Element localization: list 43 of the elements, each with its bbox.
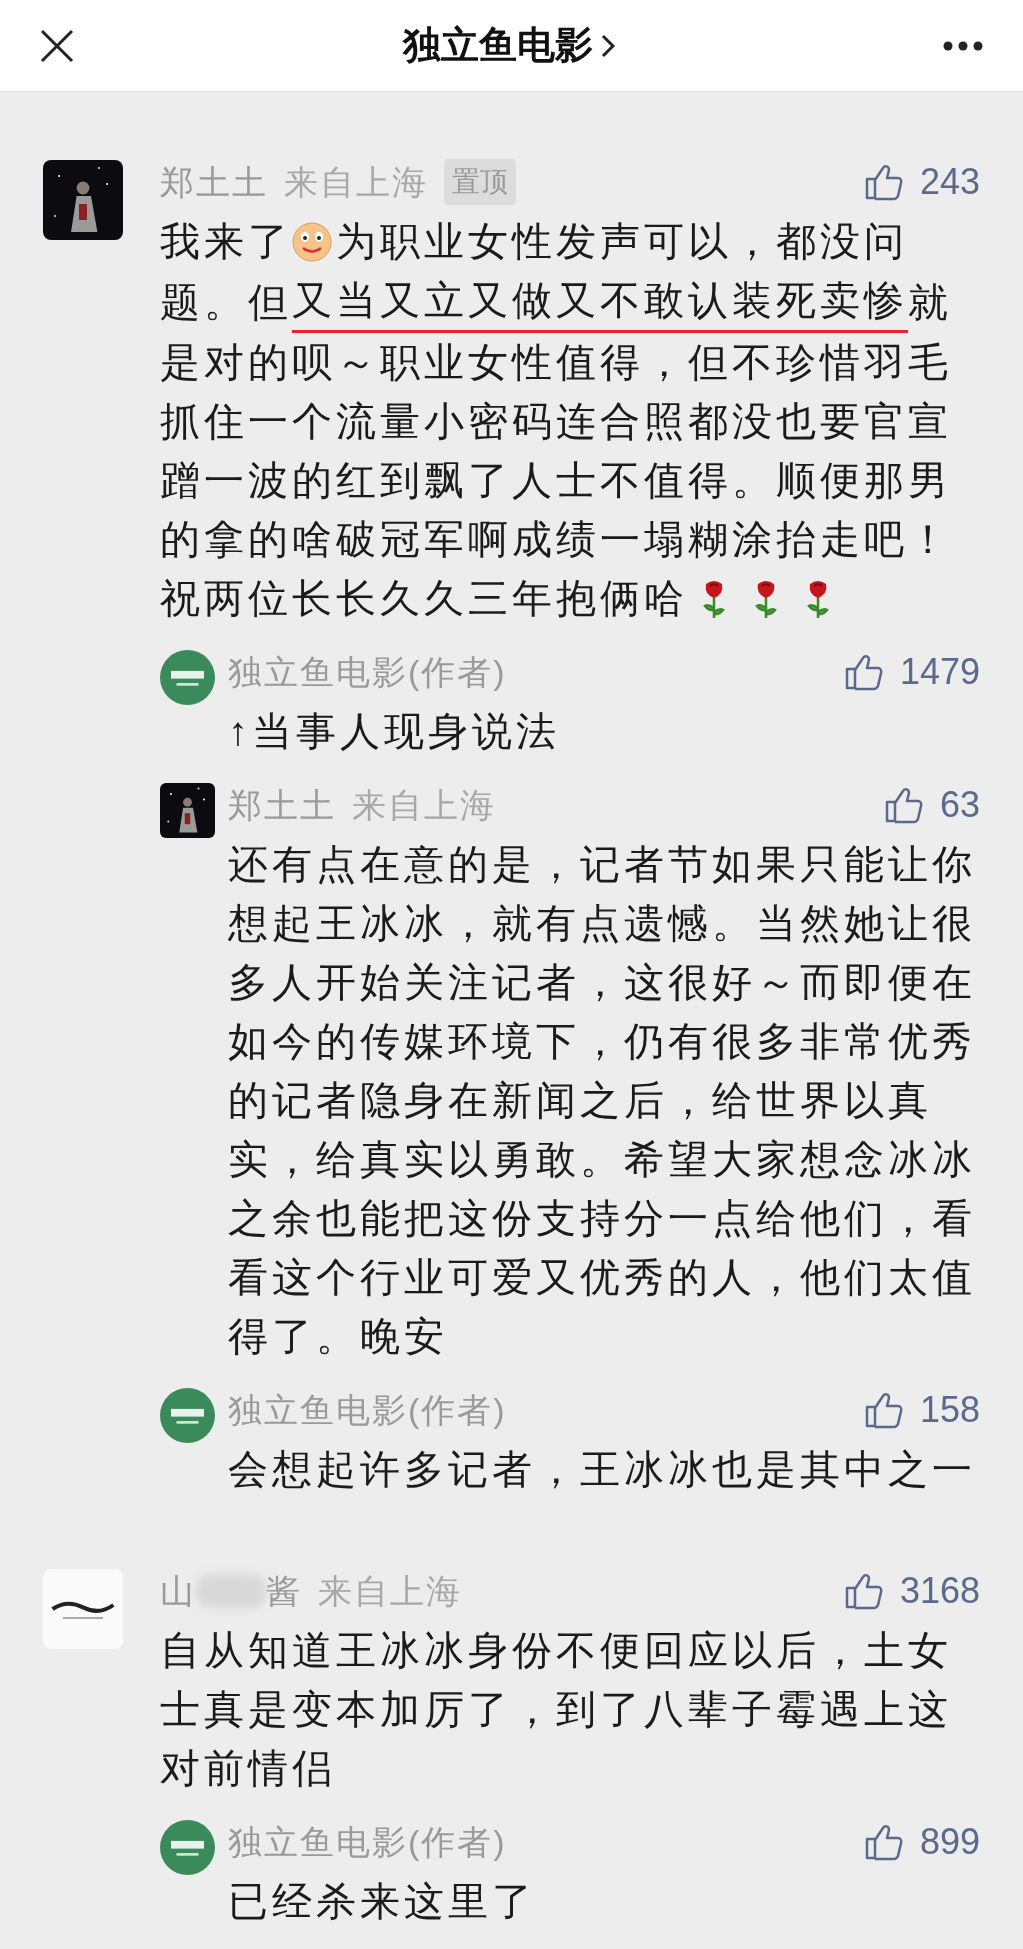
location-label: 来自上海 <box>318 1570 462 1612</box>
reply-text: 已经杀来这里了 <box>228 1878 537 1925</box>
thumbs-up-icon[interactable] <box>863 162 904 202</box>
comment-text: 蹭一波的红到飘了人士不值得。顺便那男 <box>160 458 952 502</box>
comment-text: 我来了 <box>160 218 292 265</box>
username: 独立鱼电影(作者) <box>228 1821 507 1863</box>
chevron-right-icon[interactable] <box>600 33 615 58</box>
more-icon[interactable] <box>943 40 983 51</box>
like-count: 899 <box>919 1820 980 1864</box>
like-count: 63 <box>939 783 980 827</box>
thumbs-up-icon[interactable] <box>843 1571 884 1611</box>
comment-text: 自从知道王冰冰身份不便回应以后，土女士真是变本加厉了，到了八辈子霉遇上这对前情侣 <box>160 1628 952 1790</box>
username: 独立鱼电影(作者) <box>228 651 507 693</box>
thumbs-up-icon[interactable] <box>843 652 884 692</box>
comment-text: 就 <box>908 278 952 326</box>
comment-text: 祝两位长长久久三年抱俩哈 <box>160 575 688 622</box>
location-label: 来自上海 <box>352 784 496 826</box>
comment-text: 为职业女性发声可以，都没问 <box>336 218 908 265</box>
smiley-icon <box>292 221 332 262</box>
comment-text: 的拿的啥破冠军啊成绩一塌糊涂抬走吧！ <box>160 517 952 561</box>
username: 山 <box>160 1570 196 1612</box>
thumbs-up-icon[interactable] <box>883 785 924 825</box>
reply-text: 还有点在意的是，记者节如果只能让你想起王冰冰，就有点遗憾。当然她让很多人开始关注记者，这很好～而即便在如今的传媒环境下，仍有很多非常优秀的记者隐身在新闻之后，给世界以真实，给真实以勇敢。希望大家想念冰冰之余也能把这份支持分一点给他们，看看这个行业可爱又优秀的人，他们太值得了。晚安 <box>228 841 977 1360</box>
close-icon[interactable] <box>40 28 74 63</box>
page-title[interactable]: 独立鱼电影 <box>402 17 593 74</box>
reply-text: 会想起许多记者，王冰冰也是其中之一 <box>228 1446 977 1493</box>
comment-text: 抓住一个流量小密码连合照都没也要官宣 <box>160 399 952 443</box>
reply-text: ↑当事人现身说法 <box>228 708 561 755</box>
username: 郑土土 <box>160 161 268 203</box>
location-label: 来自上海 <box>284 161 428 203</box>
like-count: 1479 <box>899 650 980 694</box>
comment-text: 是对的呗～职业女性值得，但不珍惜羽毛 <box>160 340 952 384</box>
like-count: 3168 <box>899 1569 980 1613</box>
username: 郑土土 <box>228 784 336 826</box>
pinned-badge: 置顶 <box>444 159 516 205</box>
like-count: 158 <box>919 1388 980 1432</box>
comment-text: 题。但 <box>160 278 292 326</box>
username: 酱 <box>266 1570 302 1612</box>
thumbs-up-icon[interactable] <box>863 1390 904 1430</box>
username: 独立鱼电影(作者) <box>228 1389 507 1431</box>
thumbs-up-icon[interactable] <box>863 1822 904 1862</box>
like-count: 243 <box>919 160 980 204</box>
underlined-text: 又当又立又做又不敢认装死卖惨 <box>292 271 908 333</box>
